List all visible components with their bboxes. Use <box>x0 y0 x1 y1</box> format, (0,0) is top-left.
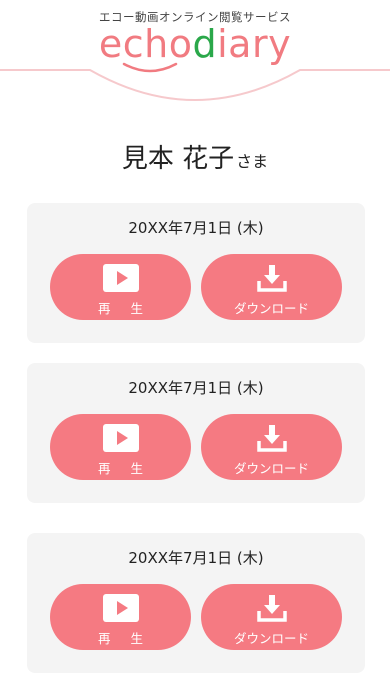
logo-text-iary: iary <box>217 22 292 66</box>
record-card: 20XX年7月1日 (木) 再 生 ダウンロード <box>27 363 365 503</box>
logo-smile-icon <box>122 62 178 73</box>
logo-text-d: d <box>192 22 218 66</box>
play-label: 再 生 <box>98 461 151 476</box>
play-label: 再 生 <box>98 301 151 316</box>
record-date: 20XX年7月1日 (木) <box>128 219 264 237</box>
download-icon <box>256 265 287 292</box>
download-icon <box>256 425 287 452</box>
play-button[interactable]: 再 生 <box>50 414 191 480</box>
play-label: 再 生 <box>98 631 151 646</box>
download-button[interactable]: ダウンロード <box>201 254 342 320</box>
user-name: 見本 花子 <box>121 144 235 174</box>
play-icon <box>102 264 139 292</box>
play-button[interactable]: 再 生 <box>50 254 191 320</box>
download-label: ダウンロード <box>233 461 309 476</box>
user-greeting: 見本 花子 さま <box>0 138 390 175</box>
play-button[interactable]: 再 生 <box>50 584 191 650</box>
download-icon <box>256 595 287 622</box>
record-card: 20XX年7月1日 (木) 再 生 ダウンロード <box>27 533 365 673</box>
user-honorific: さま <box>236 152 269 171</box>
download-label: ダウンロード <box>233 631 309 646</box>
app-logo[interactable]: echodiary <box>0 21 390 67</box>
download-button[interactable]: ダウンロード <box>201 584 342 650</box>
download-label: ダウンロード <box>233 301 309 316</box>
download-button[interactable]: ダウンロード <box>201 414 342 480</box>
record-date: 20XX年7月1日 (木) <box>128 379 264 397</box>
record-card: 20XX年7月1日 (木) 再 生 ダウンロード <box>27 203 365 343</box>
record-date: 20XX年7月1日 (木) <box>128 549 264 567</box>
play-icon <box>102 594 139 622</box>
app-header: エコー動画オンライン閲覧サービス echodiary <box>0 0 390 110</box>
play-icon <box>102 424 139 452</box>
